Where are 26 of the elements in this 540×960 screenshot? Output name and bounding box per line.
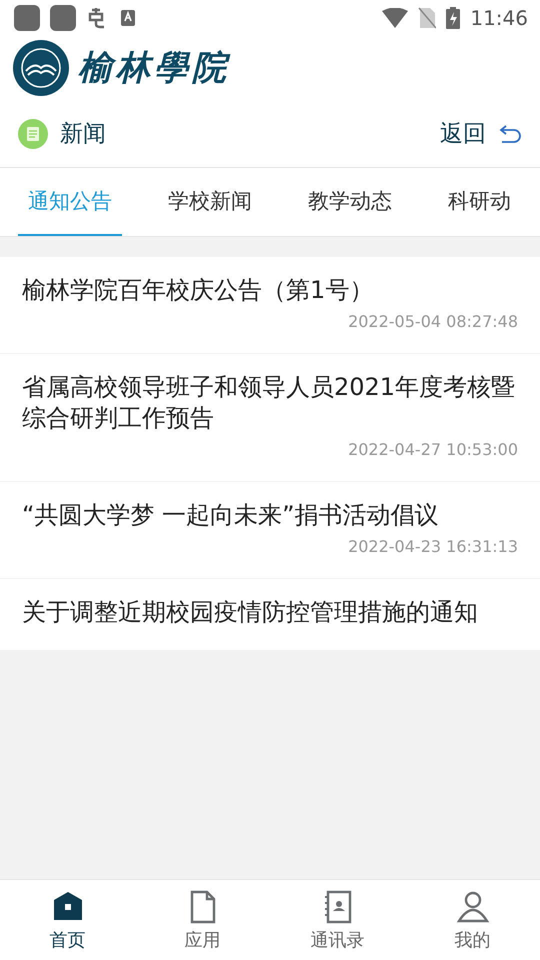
news-date: 2022-04-27 10:53:00 [348,440,518,459]
page-title: 新闻 [60,120,107,149]
category-tab[interactable]: 教学动态 [298,168,402,236]
news-headline[interactable]: 省属高校领导班子和领导人员2021年度考核暨综合研判工作预告 [22,372,518,434]
battery-icon [446,7,460,29]
news-headline[interactable]: “共圆大学梦 一起向未来”捐书活动倡议 [22,500,518,531]
nav-tab[interactable]: 通讯录 [270,880,405,960]
wifi-icon [382,8,408,28]
category-tab[interactable]: 科研动 [438,168,511,236]
university-emblem-icon [12,39,70,97]
news-date: 2022-05-04 08:27:48 [348,312,518,331]
university-logo-text: 榆林學院 [78,47,230,90]
nav-tab[interactable]: 应用 [135,880,270,960]
news-icon [18,118,48,148]
app-notification-icon [50,5,76,31]
nav-tab[interactable]: 首页 [0,880,135,960]
clock-time: 11:46 [470,6,528,30]
news-date: 2022-04-23 16:31:13 [348,537,518,556]
keyboard-icon [120,9,136,27]
news-headline[interactable]: 榆林学院百年校庆公告（第1号） [22,275,518,306]
back-button[interactable]: 返回 [440,118,522,149]
app-notification-icon [14,5,40,31]
no-sim-icon [418,7,436,29]
nav-tab[interactable]: 我的 [405,880,540,960]
category-tab[interactable]: 学校新闻 [158,168,262,236]
undo-arrow-icon [498,124,522,144]
